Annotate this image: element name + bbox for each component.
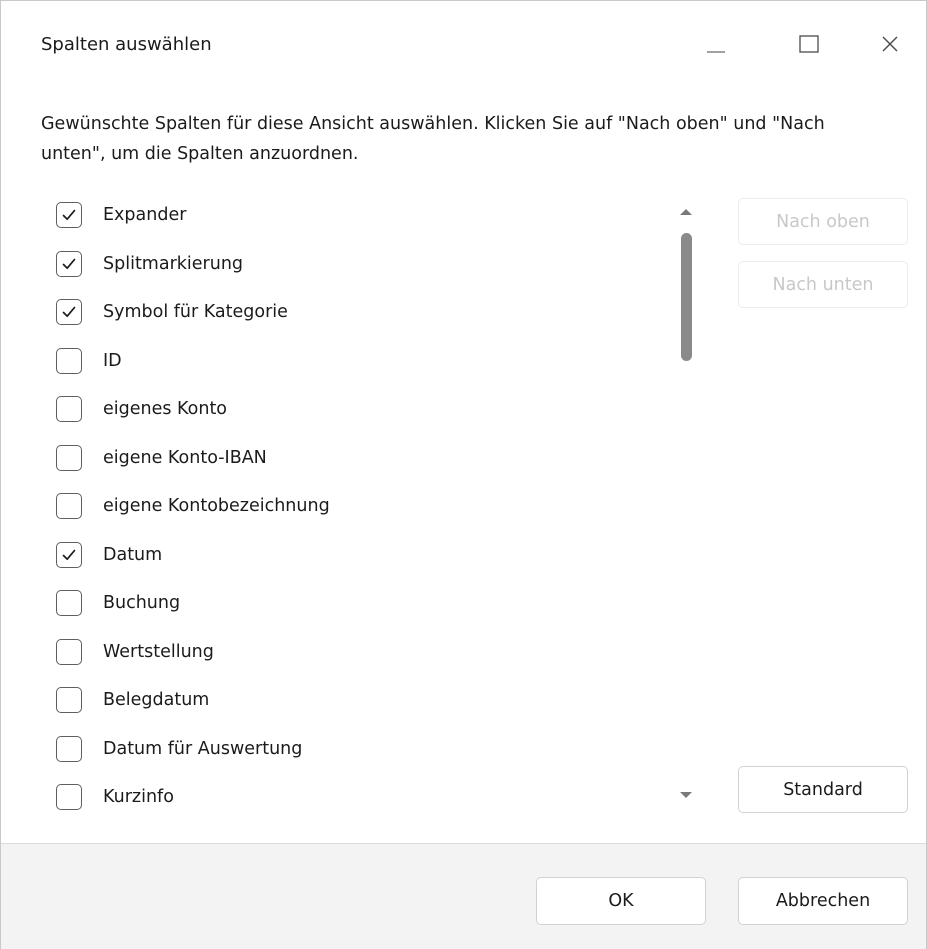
column-row[interactable]: Wertstellung: [56, 634, 214, 670]
scroll-up-arrow-icon[interactable]: [680, 209, 692, 215]
move-up-button[interactable]: Nach oben: [738, 198, 908, 245]
column-checkbox[interactable]: [56, 250, 82, 277]
column-label: eigene Kontobezeichnung: [103, 496, 330, 516]
column-label: Datum: [103, 544, 163, 565]
scrollbar-thumb[interactable]: [681, 233, 692, 361]
column-label: eigenes Konto: [103, 399, 228, 419]
column-row[interactable]: Datum für Auswertung: [56, 731, 302, 767]
column-label: Wertstellung: [103, 641, 214, 662]
column-row[interactable]: eigene Konto-IBAN: [56, 440, 267, 476]
default-button[interactable]: Standard: [738, 766, 908, 813]
column-checkbox[interactable]: [56, 638, 82, 665]
close-icon: [882, 36, 898, 52]
column-label: Datum für Auswertung: [103, 738, 303, 759]
cancel-button[interactable]: Abbrechen: [738, 877, 908, 925]
column-checkbox[interactable]: [56, 444, 82, 471]
column-row[interactable]: eigenes Konto: [56, 391, 227, 427]
instruction-text: Gewünschte Spalten für diese Ansicht aus…: [41, 114, 825, 164]
close-button[interactable]: [867, 21, 913, 67]
column-checkbox[interactable]: [56, 396, 82, 422]
column-label: ID: [103, 350, 122, 371]
column-row[interactable]: ID: [56, 343, 122, 379]
column-row[interactable]: Symbol für Kategorie: [56, 294, 288, 330]
dialog-window: Spalten auswählen Gewünschte Spalten für…: [0, 0, 927, 949]
maximize-button[interactable]: [786, 21, 832, 67]
column-checkbox[interactable]: [56, 299, 82, 325]
scroll-down-arrow-icon[interactable]: [680, 792, 692, 798]
column-checkbox[interactable]: [56, 541, 82, 568]
column-row[interactable]: Expander: [56, 197, 186, 233]
column-row[interactable]: Belegdatum: [56, 682, 209, 718]
column-checkbox[interactable]: [56, 347, 82, 374]
checkmark-icon: [62, 306, 76, 318]
minimize-icon: [707, 51, 725, 53]
checkmark-icon: [62, 549, 76, 560]
column-label: Buchung: [103, 593, 181, 613]
column-label: Splitmarkierung: [103, 253, 244, 274]
checkmark-icon: [62, 258, 76, 269]
column-row[interactable]: eigene Kontobezeichnung: [56, 488, 330, 524]
column-checkbox[interactable]: [56, 687, 82, 713]
column-label: Expander: [103, 205, 187, 225]
column-row[interactable]: Splitmarkierung: [56, 246, 243, 282]
column-checkbox[interactable]: [56, 735, 82, 762]
column-checkbox[interactable]: [56, 590, 82, 616]
column-label: eigene Konto-IBAN: [103, 447, 267, 468]
column-row[interactable]: Kurzinfo: [56, 779, 174, 815]
column-row[interactable]: Datum: [56, 537, 162, 573]
column-checkbox[interactable]: [56, 202, 82, 228]
move-down-button[interactable]: Nach unten: [738, 261, 908, 308]
maximize-icon: [799, 35, 819, 53]
column-label: Symbol für Kategorie: [103, 302, 288, 322]
column-label: Belegdatum: [103, 690, 210, 710]
column-label: Kurzinfo: [103, 787, 174, 807]
minimize-button[interactable]: [693, 21, 739, 67]
column-checkbox[interactable]: [56, 784, 82, 810]
column-checkbox[interactable]: [56, 493, 82, 519]
dialog-title: Spalten auswählen: [41, 34, 212, 55]
column-row[interactable]: Buchung: [56, 585, 180, 621]
ok-button[interactable]: OK: [536, 877, 706, 925]
checkmark-icon: [62, 209, 76, 221]
